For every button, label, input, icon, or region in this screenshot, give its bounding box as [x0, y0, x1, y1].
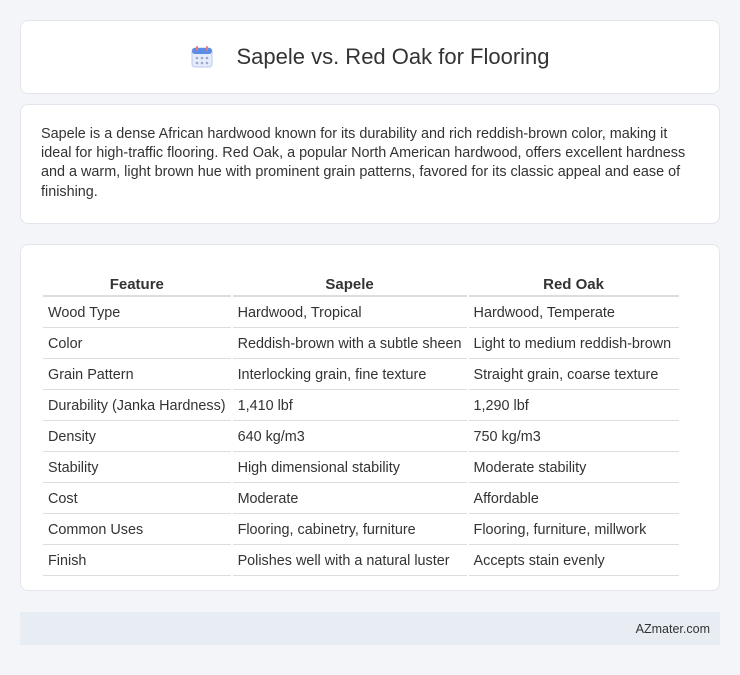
comparison-table: Feature Sapele Red Oak Wood Type Hardwoo…: [41, 265, 681, 578]
feature-cell: Common Uses: [43, 516, 231, 545]
red-oak-cell: Light to medium reddish-brown: [468, 330, 679, 359]
feature-cell: Stability: [43, 454, 231, 483]
feature-cell: Durability (Janka Hardness): [43, 392, 231, 421]
red-oak-cell: Affordable: [468, 485, 679, 514]
calendar-icon: [190, 45, 214, 69]
sapele-cell: 640 kg/m3: [232, 423, 467, 452]
feature-cell: Wood Type: [43, 299, 231, 328]
feature-cell: Density: [43, 423, 231, 452]
red-oak-cell: Hardwood, Temperate: [468, 299, 679, 328]
footer-site-label: AZmater.com: [635, 621, 710, 636]
red-oak-cell: Flooring, furniture, millwork: [468, 516, 679, 545]
red-oak-cell: Moderate stability: [468, 454, 679, 483]
sapele-cell: Interlocking grain, fine texture: [232, 361, 467, 390]
table-row: Stability High dimensional stability Mod…: [43, 454, 679, 483]
page-title: Sapele vs. Red Oak for Flooring: [236, 44, 550, 69]
table-row: Finish Polishes well with a natural lust…: [43, 547, 679, 576]
red-oak-cell: Straight grain, coarse texture: [468, 361, 679, 390]
table-row: Common Uses Flooring, cabinetry, furnitu…: [43, 516, 679, 545]
red-oak-cell: 750 kg/m3: [468, 423, 679, 452]
column-header-feature: Feature: [43, 267, 231, 297]
table-header-row: Feature Sapele Red Oak: [43, 267, 679, 297]
sapele-cell: High dimensional stability: [232, 454, 467, 483]
table-row: Density 640 kg/m3 750 kg/m3: [43, 423, 679, 452]
intro-card: Sapele is a dense African hardwood known…: [20, 104, 720, 224]
intro-paragraph: Sapele is a dense African hardwood known…: [41, 126, 686, 200]
column-header-sapele: Sapele: [232, 267, 467, 297]
table-row: Wood Type Hardwood, Tropical Hardwood, T…: [43, 299, 679, 328]
sapele-cell: Moderate: [232, 485, 467, 514]
table-row: Cost Moderate Affordable: [43, 485, 679, 514]
column-header-red-oak: Red Oak: [468, 267, 679, 297]
feature-cell: Cost: [43, 485, 231, 514]
table-row: Grain Pattern Interlocking grain, fine t…: [43, 361, 679, 390]
title-card: Sapele vs. Red Oak for Flooring: [20, 20, 720, 94]
red-oak-cell: Accepts stain evenly: [468, 547, 679, 576]
table-row: Color Reddish-brown with a subtle sheen …: [43, 330, 679, 359]
sapele-cell: Reddish-brown with a subtle sheen: [232, 330, 467, 359]
sapele-cell: Hardwood, Tropical: [232, 299, 467, 328]
feature-cell: Color: [43, 330, 231, 359]
table-row: Durability (Janka Hardness) 1,410 lbf 1,…: [43, 392, 679, 421]
sapele-cell: Polishes well with a natural luster: [232, 547, 467, 576]
comparison-card: Feature Sapele Red Oak Wood Type Hardwoo…: [20, 244, 720, 591]
sapele-cell: 1,410 lbf: [232, 392, 467, 421]
feature-cell: Grain Pattern: [43, 361, 231, 390]
footer: AZmater.com: [20, 612, 720, 645]
feature-cell: Finish: [43, 547, 231, 576]
sapele-cell: Flooring, cabinetry, furniture: [232, 516, 467, 545]
red-oak-cell: 1,290 lbf: [468, 392, 679, 421]
